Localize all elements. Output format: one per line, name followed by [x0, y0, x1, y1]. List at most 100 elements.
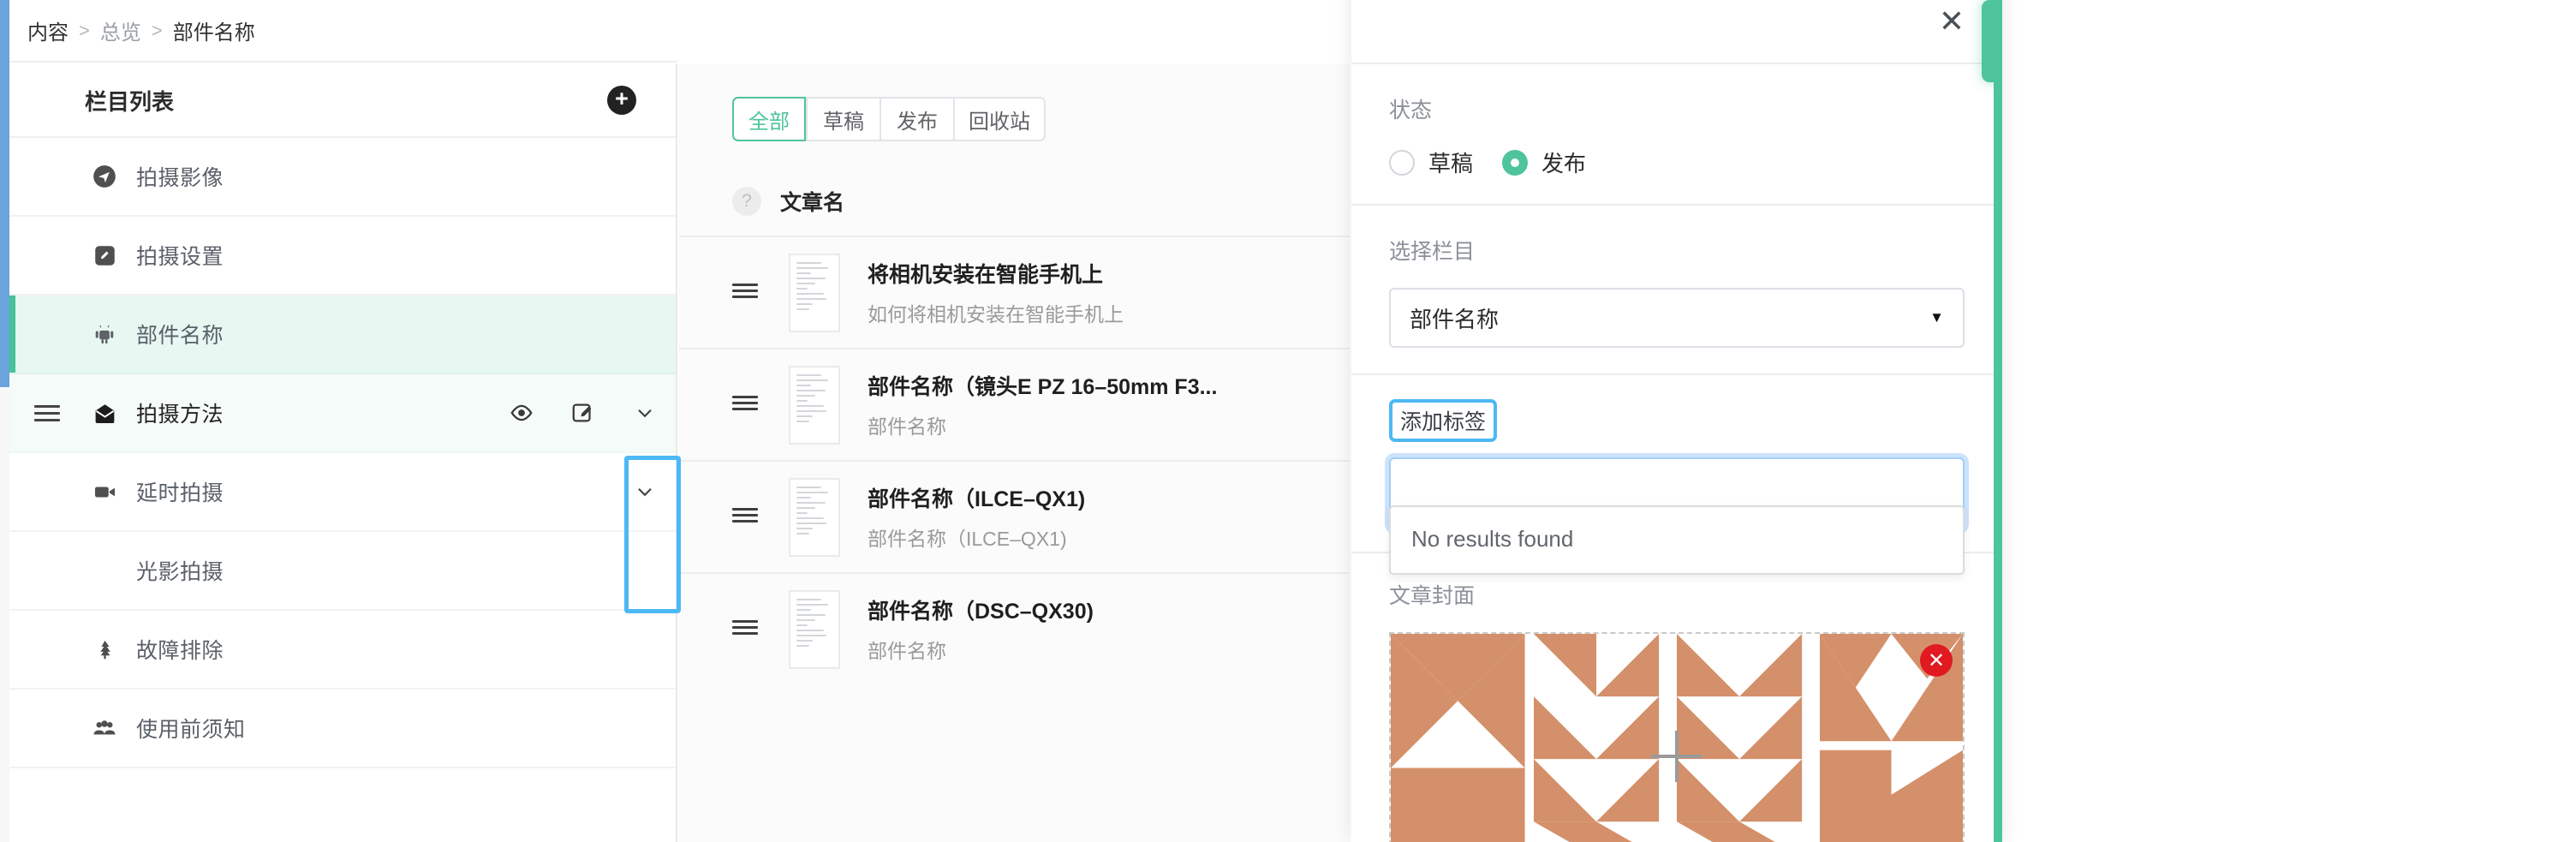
article-list-header: ? 文章名: [679, 141, 1350, 236]
sidebar-item-label: 光影拍摄: [124, 555, 224, 586]
column-select-label: 选择栏目: [1389, 235, 1965, 266]
sidebar-item-guzhang-paichu[interactable]: 故障排除: [9, 611, 676, 690]
close-icon[interactable]: ✕: [1939, 7, 1965, 38]
radio-label: 草稿: [1428, 146, 1473, 178]
article-text: 部件名称（DSC–QX30) 部件名称: [868, 594, 1094, 664]
article-text: 将相机安装在智能手机上 如何将相机安装在智能手机上: [868, 258, 1124, 327]
drawer-side-handle[interactable]: [1982, 0, 2002, 82]
sidebar-item-yanshi-pashe[interactable]: 延时拍摄: [9, 453, 676, 532]
radio-published[interactable]: 发布: [1502, 146, 1586, 178]
sidebar-item-guangying-pashe[interactable]: 光影拍摄: [9, 532, 676, 611]
sidebar-row-actions: [491, 374, 676, 451]
table-row[interactable]: 部件名称（DSC–QX30) 部件名称: [679, 572, 1350, 684]
breadcrumb-separator: >: [79, 20, 90, 42]
article-title: 部件名称（镜头E PZ 16–50mm F3...: [868, 370, 1217, 401]
sidebar-item-label: 部件名称: [124, 319, 224, 349]
article-text: 部件名称（ILCE–QX1) 部件名称（ILCE–QX1): [868, 482, 1085, 552]
people-icon: [85, 715, 124, 741]
tab-published[interactable]: 发布: [880, 97, 953, 141]
radio-label: 发布: [1541, 146, 1586, 178]
tags-section: 添加标签 No results found: [1351, 375, 2002, 553]
breadcrumb-item-1[interactable]: 总览: [100, 15, 141, 45]
android-icon: [85, 322, 124, 346]
drag-handle-icon[interactable]: [9, 401, 85, 426]
video-camera-icon: [85, 480, 124, 505]
breadcrumb: 内容 > 总览 > 部件名称: [9, 0, 677, 63]
sidebar-item-pashe-fangfa[interactable]: 拍摄方法: [9, 374, 676, 453]
breadcrumb-item-0[interactable]: 内容: [27, 15, 69, 45]
article-title: 部件名称（DSC–QX30): [868, 594, 1094, 625]
status-section: 状态 草稿 发布: [1351, 64, 2002, 206]
send-icon: [85, 164, 124, 188]
cover-section: 文章封面: [1351, 553, 2002, 842]
cover-upload-box[interactable]: ✕: [1389, 632, 1965, 842]
column-select-section: 选择栏目 部件名称 ▼: [1351, 206, 2002, 375]
article-subtitle: 部件名称（ILCE–QX1): [868, 523, 1085, 552]
sidebar-item-pashe-shezhi[interactable]: 拍摄设置: [9, 217, 676, 296]
help-icon[interactable]: ?: [732, 187, 761, 216]
column-select[interactable]: 部件名称 ▼: [1389, 288, 1965, 348]
sidebar-row-actions: [491, 453, 676, 530]
tree-icon: [85, 638, 124, 661]
article-text: 部件名称（镜头E PZ 16–50mm F3... 部件名称: [868, 370, 1217, 439]
edit-icon[interactable]: [552, 400, 614, 426]
drag-handle-icon[interactable]: [732, 280, 789, 306]
article-filter-tabs: 全部 草稿 发布 回收站: [679, 64, 1350, 141]
tab-draft[interactable]: 草稿: [806, 97, 880, 141]
sidebar-item-bujian-mingcheng[interactable]: 部件名称: [9, 296, 676, 374]
add-cover-icon[interactable]: [1651, 731, 1702, 782]
column-list: 拍摄影像 拍摄设置: [9, 138, 676, 768]
radio-dot-selected: [1502, 150, 1528, 176]
drag-handle-icon[interactable]: [732, 617, 789, 642]
drag-handle-icon[interactable]: [732, 505, 789, 530]
add-tag-label[interactable]: 添加标签: [1389, 399, 1497, 442]
drawer-scrollbar-thumb[interactable]: [1994, 0, 2002, 842]
table-row[interactable]: 部件名称（镜头E PZ 16–50mm F3... 部件名称: [679, 348, 1350, 460]
expand-chevron-down-icon[interactable]: [614, 402, 676, 424]
document-thumbnail: [789, 366, 840, 445]
article-title: 部件名称（ILCE–QX1): [868, 482, 1085, 513]
tab-all[interactable]: 全部: [732, 97, 806, 141]
sidebar-item-shiyong-qian-xuzhi[interactable]: 使用前须知: [9, 690, 676, 768]
edit-square-icon: [85, 244, 124, 267]
table-row[interactable]: 将相机安装在智能手机上 如何将相机安装在智能手机上: [679, 236, 1350, 348]
breadcrumb-separator: >: [152, 20, 163, 42]
breadcrumb-item-2: 部件名称: [173, 15, 255, 45]
sun-icon: [85, 559, 124, 582]
drawer-scrollbar[interactable]: [1994, 0, 2002, 842]
app-root: 内容 > 总览 > 部件名称 栏目列表 + 拍摄影像 拍摄设置: [0, 0, 2576, 842]
cover-label: 文章封面: [1389, 579, 1965, 610]
drawer-header: ✕: [1351, 0, 2002, 64]
document-thumbnail: [789, 590, 840, 669]
sidebar-item-label: 拍摄设置: [124, 240, 224, 271]
chevron-down-icon: ▼: [1929, 309, 1944, 326]
column-select-value: 部件名称: [1410, 302, 1499, 334]
document-thumbnail: [789, 478, 840, 557]
article-list-panel: 全部 草稿 发布 回收站 ? 文章名 将相机安装在智能手机上 如何将相机安装在智…: [679, 64, 1350, 842]
table-row[interactable]: 部件名称（ILCE–QX1) 部件名称（ILCE–QX1): [679, 460, 1350, 572]
page-background-right: [2002, 0, 2576, 842]
column-list-panel: 栏目列表 + 拍摄影像 拍摄设置: [9, 64, 677, 842]
add-tag-label-wrap: 添加标签: [1389, 399, 1497, 442]
sidebar-item-label: 拍摄影像: [124, 161, 224, 192]
radio-draft[interactable]: 草稿: [1389, 146, 1473, 178]
add-column-button[interactable]: +: [607, 86, 636, 115]
expand-chevron-down-icon[interactable]: [614, 481, 676, 503]
drag-handle-icon[interactable]: [732, 392, 789, 418]
tag-suggestions-dropdown: No results found: [1389, 505, 1965, 575]
sidebar-item-label: 故障排除: [124, 634, 224, 665]
delete-cover-button[interactable]: ✕: [1920, 644, 1953, 677]
article-subtitle: 部件名称: [868, 410, 1217, 439]
sidebar-item-label: 延时拍摄: [124, 476, 224, 507]
document-thumbnail: [789, 254, 840, 332]
eye-icon[interactable]: [491, 400, 552, 426]
tab-recycle-bin[interactable]: 回收站: [953, 97, 1046, 141]
sidebar-item-label: 拍摄方法: [124, 397, 224, 428]
status-label: 状态: [1389, 93, 1965, 124]
article-edit-drawer: ✕ 状态 草稿 发布 选择栏目 部件名称 ▼: [1351, 0, 2002, 842]
article-title: 将相机安装在智能手机上: [868, 258, 1124, 289]
radio-dot: [1389, 150, 1415, 176]
sidebar-item-pashe-yingxiang[interactable]: 拍摄影像: [9, 138, 676, 217]
column-list-header: 栏目列表 +: [9, 64, 676, 138]
article-subtitle: 如何将相机安装在智能手机上: [868, 298, 1124, 327]
